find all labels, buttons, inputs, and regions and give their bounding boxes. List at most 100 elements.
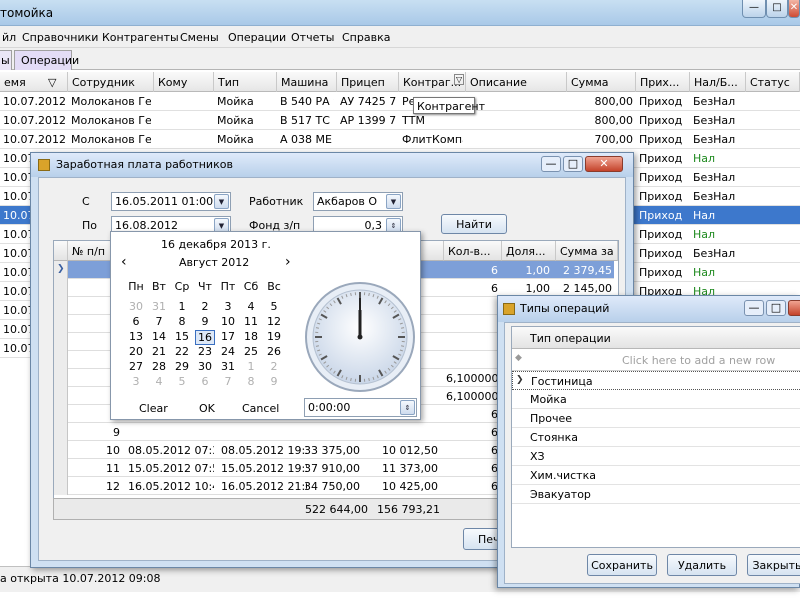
- calendar-cancel-button[interactable]: Cancel: [242, 402, 279, 415]
- menu-reports[interactable]: Отчеты: [291, 31, 334, 44]
- table-row[interactable]: 10.07.2012 12:23 Молоканов Ге... Мойка В 51…: [0, 111, 800, 130]
- calendar-day[interactable]: 20: [126, 345, 146, 358]
- close-button[interactable]: ✕: [788, 0, 800, 18]
- types-dialog-titlebar[interactable]: Типы операций — □: [498, 296, 800, 322]
- calendar-day[interactable]: 13: [126, 330, 146, 343]
- calendar-day[interactable]: 6: [195, 375, 215, 388]
- calendar-day[interactable]: 8: [241, 375, 261, 388]
- calendar-day[interactable]: 28: [149, 360, 169, 373]
- row-selector-icon[interactable]: [54, 441, 68, 459]
- row-selector-icon[interactable]: [54, 459, 68, 477]
- calendar-day[interactable]: 1: [241, 360, 261, 373]
- from-date-field[interactable]: 16.05.2011 01:00 ▼: [111, 192, 231, 211]
- row-selector-icon[interactable]: [54, 351, 68, 369]
- calendar-day[interactable]: 3: [218, 300, 238, 313]
- calendar-clear-button[interactable]: Clear: [139, 402, 168, 415]
- row-selector-icon[interactable]: [54, 315, 68, 333]
- calendar-day[interactable]: 7: [218, 375, 238, 388]
- calendar-day[interactable]: 16: [195, 330, 215, 345]
- calendar-day[interactable]: 19: [264, 330, 284, 343]
- tab-operations[interactable]: Операции: [14, 50, 79, 70]
- minimize-button[interactable]: —: [742, 0, 766, 18]
- maximize-button[interactable]: □: [766, 0, 788, 18]
- menu-help[interactable]: Справка: [342, 31, 390, 44]
- new-row[interactable]: ◆ Click here to add a new row: [512, 349, 800, 371]
- menu-file[interactable]: йл: [2, 31, 16, 44]
- calendar-day[interactable]: 18: [241, 330, 261, 343]
- col-income[interactable]: Прих...: [636, 72, 690, 92]
- delete-button[interactable]: Удалить: [667, 554, 737, 576]
- calendar-day[interactable]: 21: [149, 345, 169, 358]
- tab-shifts[interactable]: ы: [0, 50, 12, 70]
- maximize-icon[interactable]: □: [563, 156, 583, 172]
- calendar-day[interactable]: 1: [172, 300, 192, 313]
- next-month-icon[interactable]: ›: [285, 254, 291, 270]
- list-item[interactable]: ❯ Гостиница: [512, 371, 800, 390]
- menu-contractors[interactable]: Контрагенты: [102, 31, 179, 44]
- col-employee[interactable]: Сотрудник: [68, 72, 154, 92]
- row-selector-icon[interactable]: [54, 477, 68, 495]
- calendar-day[interactable]: 4: [241, 300, 261, 313]
- list-item[interactable]: Прочее: [512, 409, 800, 428]
- col-count[interactable]: Кол-в...: [444, 241, 502, 261]
- list-item[interactable]: Стоянка: [512, 428, 800, 447]
- calendar-day[interactable]: 23: [195, 345, 215, 358]
- calendar-today-text[interactable]: 16 декабря 2013 г.: [161, 238, 271, 251]
- col-share[interactable]: Доля...: [502, 241, 556, 261]
- calendar-day[interactable]: 9: [264, 375, 284, 388]
- calendar-day[interactable]: 7: [149, 315, 169, 328]
- calendar-day[interactable]: 27: [126, 360, 146, 373]
- calendar-day[interactable]: 26: [264, 345, 284, 358]
- maximize-icon[interactable]: □: [766, 300, 786, 316]
- calendar-day[interactable]: 30: [195, 360, 215, 373]
- calendar-day[interactable]: 29: [172, 360, 192, 373]
- row-selector-icon[interactable]: [54, 423, 68, 441]
- list-item[interactable]: Эвакуатор: [512, 485, 800, 504]
- table-row[interactable]: 10.07.2012 12:22 Молоканов Ге... Мойка А 03…: [0, 130, 800, 149]
- calendar-day[interactable]: 10: [218, 315, 238, 328]
- col-cash[interactable]: Нал/Б...: [690, 72, 746, 92]
- calendar-day[interactable]: 25: [241, 345, 261, 358]
- calendar-day[interactable]: 24: [218, 345, 238, 358]
- chevron-down-icon[interactable]: ▼: [386, 194, 401, 209]
- col-operation-type[interactable]: Тип операции: [530, 332, 611, 345]
- list-item[interactable]: ХЗ: [512, 447, 800, 466]
- calendar-day[interactable]: 15: [172, 330, 192, 343]
- list-item[interactable]: Мойка: [512, 390, 800, 409]
- calendar-day[interactable]: 8: [172, 315, 192, 328]
- table-row[interactable]: 10.07.2012 12:26 Молоканов Ге... Мойка В 54…: [0, 92, 800, 111]
- menu-operations[interactable]: Операции: [228, 31, 286, 44]
- calendar-day[interactable]: 5: [264, 300, 284, 313]
- salary-dialog-titlebar[interactable]: Заработная плата работников — □ ✕: [31, 153, 633, 177]
- row-selector-icon[interactable]: [54, 387, 68, 405]
- calendar-day[interactable]: 17: [218, 330, 238, 343]
- close-icon[interactable]: ✕: [585, 156, 623, 172]
- row-selector-icon[interactable]: ❯: [54, 261, 68, 279]
- stepper-icon[interactable]: ⇕: [400, 400, 415, 415]
- col-status[interactable]: Статус: [746, 72, 800, 92]
- prev-month-icon[interactable]: ‹: [121, 254, 127, 270]
- date-picker-popup[interactable]: 16 декабря 2013 г. ‹ Август 2012 › Пн Вт С…: [110, 231, 421, 420]
- employee-select[interactable]: Акбаров О ▼: [313, 192, 403, 211]
- calendar-day[interactable]: 5: [172, 375, 192, 388]
- col-time[interactable]: емя ▽: [0, 72, 68, 92]
- col-trailer[interactable]: Прицеп: [337, 72, 399, 92]
- col-car[interactable]: Машина: [277, 72, 337, 92]
- menu-directories[interactable]: Справочники: [22, 31, 98, 44]
- calendar-day[interactable]: 12: [264, 315, 284, 328]
- row-selector-icon[interactable]: [54, 405, 68, 423]
- row-selector-icon[interactable]: [54, 333, 68, 351]
- calendar-day[interactable]: 11: [241, 315, 261, 328]
- time-field[interactable]: 0:00:00 ⇕: [304, 398, 417, 417]
- calendar-day[interactable]: 9: [195, 315, 215, 328]
- calendar-day[interactable]: 31: [218, 360, 238, 373]
- calendar-day[interactable]: 31: [149, 300, 169, 313]
- close-dialog-button[interactable]: Закрыть: [747, 554, 800, 576]
- col-sum-per-shift[interactable]: Сумма за с...: [556, 241, 618, 261]
- row-selector-icon[interactable]: [54, 297, 68, 315]
- calendar-day[interactable]: 30: [126, 300, 146, 313]
- calendar-day[interactable]: 2: [195, 300, 215, 313]
- col-to[interactable]: Кому: [154, 72, 214, 92]
- row-selector-icon[interactable]: [54, 369, 68, 387]
- col-sum[interactable]: Сумма: [567, 72, 636, 92]
